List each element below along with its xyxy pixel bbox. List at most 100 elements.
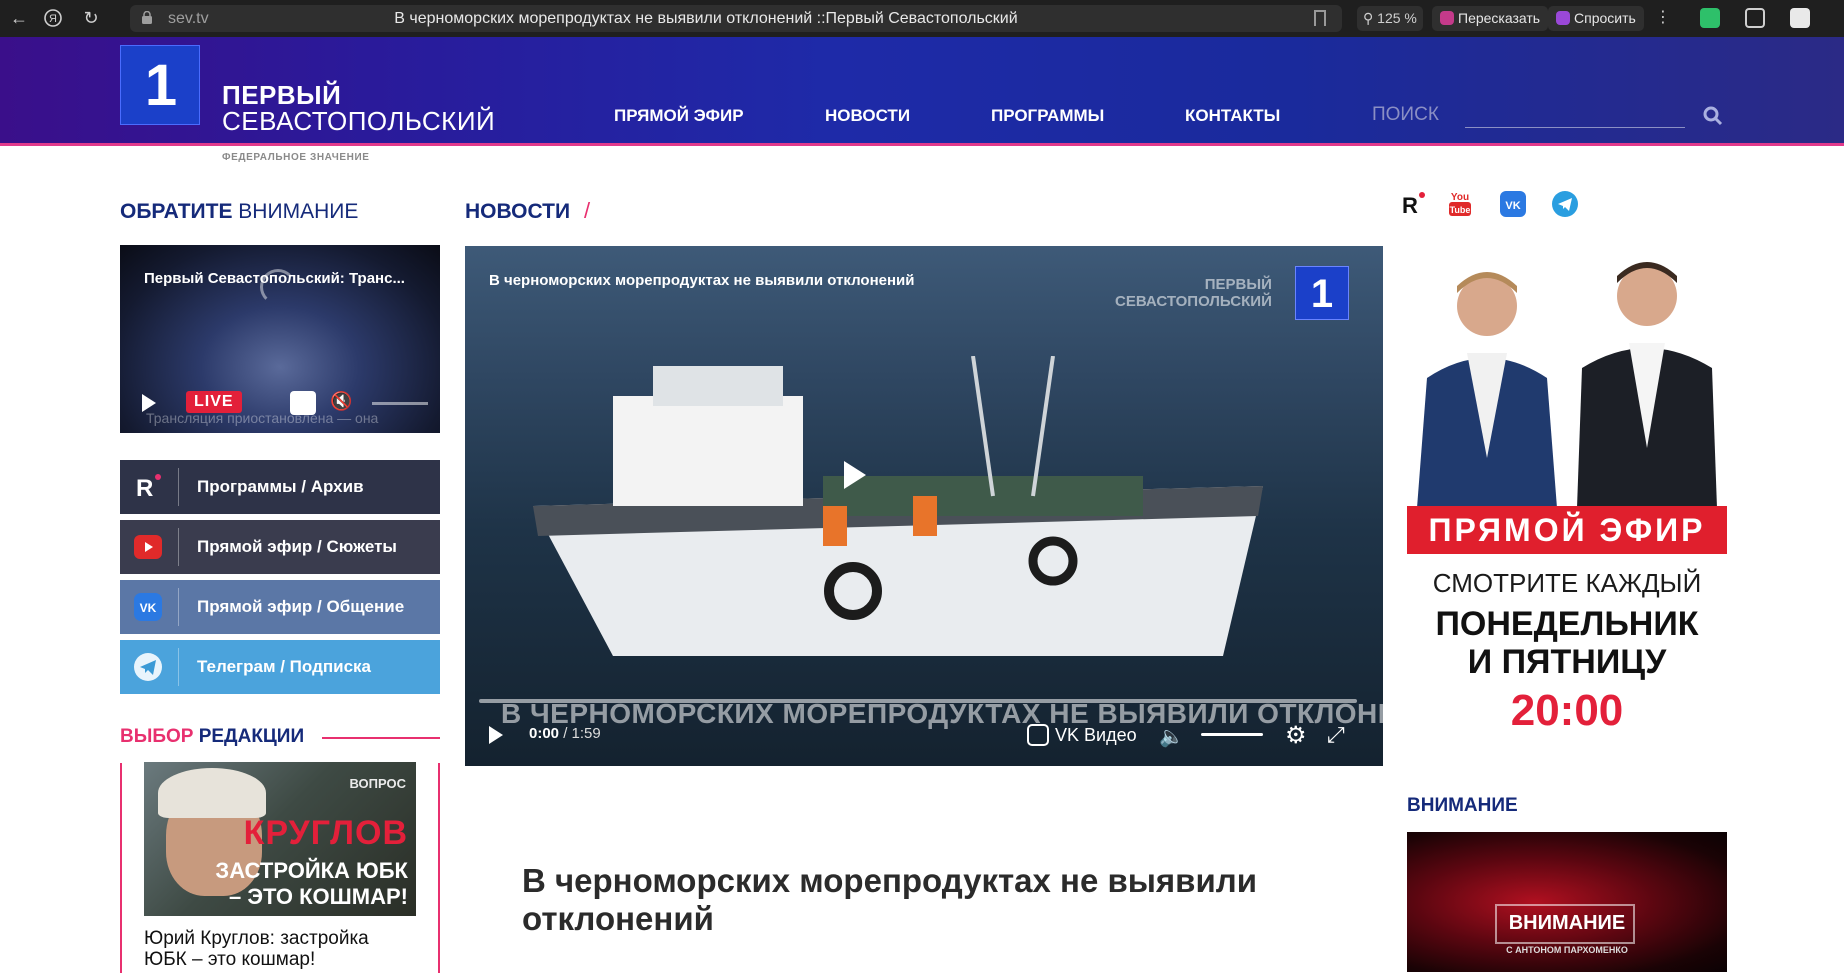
editors-choice-thumbnail[interactable]: ВОПРОС КРУГЛОВ ЗАСТРОЙКА ЮБК – ЭТО КОШМА… — [144, 762, 416, 916]
logo-digit: 1 — [144, 53, 178, 118]
attention-title-bold: ОБРАТИТЕ — [120, 200, 233, 223]
editors-choice-title: ВЫБОР РЕДАКЦИИ — [120, 726, 304, 748]
promo-days-line1: ПОНЕДЕЛЬНИК — [1435, 605, 1699, 643]
article-title: В черноморских морепродуктах не выявили … — [522, 862, 1258, 937]
live-chat-label: Прямой эфир / Общение — [197, 597, 405, 616]
channel-logo[interactable]: 1 — [120, 45, 200, 125]
brand-name-line2: СЕВАСТОПОЛЬСКИЙ — [222, 106, 496, 136]
settings-gear-icon[interactable]: ⚙ — [1285, 721, 1307, 750]
time-total: 1:59 — [571, 725, 601, 742]
svg-text:R: R — [1402, 193, 1418, 217]
live-chat-button[interactable]: VK Прямой эфир / Общение — [120, 580, 440, 634]
address-bar[interactable]: sev.tv В черноморских морепродуктах не в… — [130, 5, 1342, 32]
fullscreen-icon[interactable]: ⤢ — [1327, 722, 1345, 748]
vk-icon[interactable]: VK — [1500, 191, 1526, 217]
divider — [178, 468, 179, 506]
play-icon[interactable] — [489, 726, 503, 744]
live-stream-player[interactable]: Первый Севастопольский: Транс... Трансля… — [120, 245, 440, 433]
rutube-icon: R — [136, 474, 161, 502]
news-section-title: НОВОСТИ — [465, 200, 571, 223]
thumb-big-text: КРУГЛОВ — [243, 814, 408, 852]
vk-video-icon[interactable] — [1027, 724, 1049, 746]
attention-thumb-sub: С АНТОНОМ ПАРХОМЕНКО — [1506, 945, 1628, 955]
channel-watermark: ПЕРВЫЙ СЕВАСТОПОЛЬСКИЙ — [1115, 276, 1272, 310]
tab-title: В черноморских морепродуктах не выявили … — [394, 10, 1018, 27]
mute-icon[interactable]: 🔇 — [330, 391, 352, 412]
telegram-icon — [134, 653, 162, 681]
browser-toolbar: ← Я ↻ sev.tv В черноморских морепродукта… — [0, 0, 1844, 37]
reload-icon[interactable]: ↻ — [80, 7, 102, 29]
ask-button[interactable]: Спросить — [1548, 6, 1644, 31]
play-icon[interactable] — [142, 394, 156, 412]
news-section-slash: / — [584, 198, 591, 223]
person-helmet — [158, 768, 266, 818]
volume-slider[interactable] — [1201, 733, 1263, 736]
youtube-icon[interactable]: You Tube — [1447, 189, 1473, 219]
video-title: В черноморских морепродуктах не выявили … — [489, 272, 915, 289]
nav-news[interactable]: НОВОСТИ — [825, 106, 910, 126]
editors-choice-caption[interactable]: Юрий Круглов: застройка ЮБК – это кошмар… — [144, 928, 416, 970]
youtube-icon — [134, 535, 162, 559]
collections-icon[interactable] — [1745, 8, 1765, 28]
profile-download-icon[interactable] — [1790, 8, 1810, 28]
retell-button[interactable]: Пересказать — [1432, 6, 1549, 31]
live-stories-button[interactable]: Прямой эфир / Сюжеты — [120, 520, 440, 574]
rutube-icon[interactable]: R — [1400, 191, 1426, 217]
promo-watch: СМОТРИТЕ КАЖДЫЙ — [1432, 568, 1702, 598]
retell-label: Пересказать — [1458, 10, 1541, 26]
live-stories-label: Прямой эфир / Сюжеты — [197, 537, 397, 556]
bookmark-icon[interactable] — [1314, 10, 1326, 26]
search-label: ПОИСК — [1372, 104, 1439, 125]
volume-slider[interactable] — [372, 402, 428, 405]
attention-show-thumbnail[interactable]: ВНИМАНИЕ С АНТОНОМ ПАРХОМЕНКО — [1407, 832, 1727, 972]
volume-icon[interactable]: 🔈 — [1159, 724, 1184, 749]
vk-icon: VK — [134, 593, 162, 621]
nav-live[interactable]: ПРЯМОЙ ЭФИР — [614, 106, 744, 126]
editors-choice-rest: РЕДАКЦИИ — [193, 726, 305, 747]
svg-text:VK: VK — [140, 601, 157, 615]
editors-choice-accent: ВЫБОР — [120, 726, 194, 747]
attention-right-title: ВНИМАНИЕ — [1407, 795, 1518, 816]
attention-thumb-label: ВНИМАНИЕ — [1508, 912, 1626, 934]
thumb-small-text: ВОПРОС — [349, 776, 406, 791]
watermark-line2: СЕВАСТОПОЛЬСКИЙ — [1115, 293, 1272, 310]
telegram-subscribe-button[interactable]: Телеграм / Подписка — [120, 640, 440, 694]
svg-text:VK: VK — [1505, 200, 1520, 212]
thumb-line2: – ЭТО КОШМАР! — [229, 884, 408, 909]
live-badge: LIVE — [186, 391, 242, 413]
zoom-indicator[interactable]: ⚲ 125 % — [1357, 6, 1423, 31]
svg-text:R: R — [136, 475, 153, 502]
play-icon[interactable] — [844, 461, 866, 489]
divider — [178, 648, 179, 686]
divider — [178, 528, 179, 566]
vk-video-label[interactable]: VK Видео — [1055, 725, 1137, 746]
svg-text:Я: Я — [49, 13, 57, 25]
attention-section-title: ОБРАТИТЕ ВНИМАНИЕ — [120, 200, 358, 224]
ask-icon — [1556, 11, 1570, 25]
watermark-line1: ПЕРВЫЙ — [1204, 276, 1272, 293]
live-broadcast-promo[interactable]: ПРЯМОЙ ЭФИР СМОТРИТЕ КАЖДЫЙ ПОНЕДЕЛЬНИК … — [1407, 258, 1727, 758]
retell-icon — [1440, 11, 1454, 25]
vk-video-icon[interactable] — [290, 391, 316, 415]
search-input[interactable] — [1465, 96, 1685, 128]
back-arrow-icon[interactable]: ← — [8, 7, 30, 29]
telegram-icon[interactable] — [1552, 191, 1578, 217]
watermark-logo: 1 — [1295, 266, 1349, 320]
hosts-photo — [1417, 262, 1717, 508]
nav-contacts[interactable]: КОНТАКТЫ — [1185, 106, 1280, 126]
programs-archive-button[interactable]: R Программы / Архив — [120, 460, 440, 514]
promo-band: ПРЯМОЙ ЭФИР — [1407, 506, 1727, 554]
more-menu-icon[interactable]: ⋮ — [1652, 7, 1674, 29]
nav-programs[interactable]: ПРОГРАММЫ — [991, 106, 1104, 126]
youtube-text-top: You — [1451, 192, 1469, 203]
video-progress-bar[interactable] — [479, 699, 1357, 703]
yandex-browser-icon[interactable]: Я — [42, 7, 64, 29]
extension-shield-icon[interactable] — [1700, 8, 1720, 28]
video-time: 0:00 / 1:59 — [529, 725, 601, 742]
divider — [178, 588, 179, 626]
zoom-search-icon: ⚲ — [1363, 10, 1378, 26]
news-video-player[interactable]: В черноморских морепродуктах не выявили … — [465, 246, 1383, 766]
time-separator: / — [559, 725, 572, 742]
ask-label: Спросить — [1574, 10, 1636, 26]
search-icon[interactable] — [1703, 106, 1723, 126]
